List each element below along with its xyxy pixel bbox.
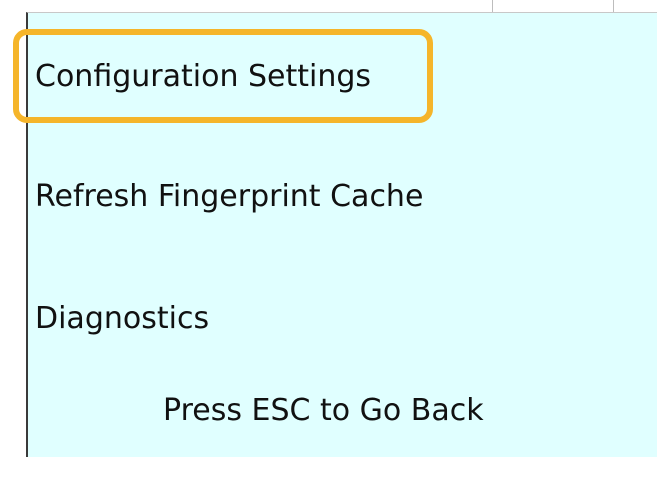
top-divider-tick [613, 0, 614, 12]
menu-item-configuration-settings[interactable]: Configuration Settings [35, 60, 371, 94]
menu-item-diagnostics[interactable]: Diagnostics [35, 302, 209, 336]
back-hint: Press ESC to Go Back [163, 393, 484, 428]
menu-item-refresh-fingerprint-cache[interactable]: Refresh Fingerprint Cache [35, 180, 423, 214]
menu-screen: Configuration Settings Refresh Fingerpri… [0, 0, 657, 484]
top-divider-tick [492, 0, 493, 12]
bottom-strip [0, 457, 657, 484]
